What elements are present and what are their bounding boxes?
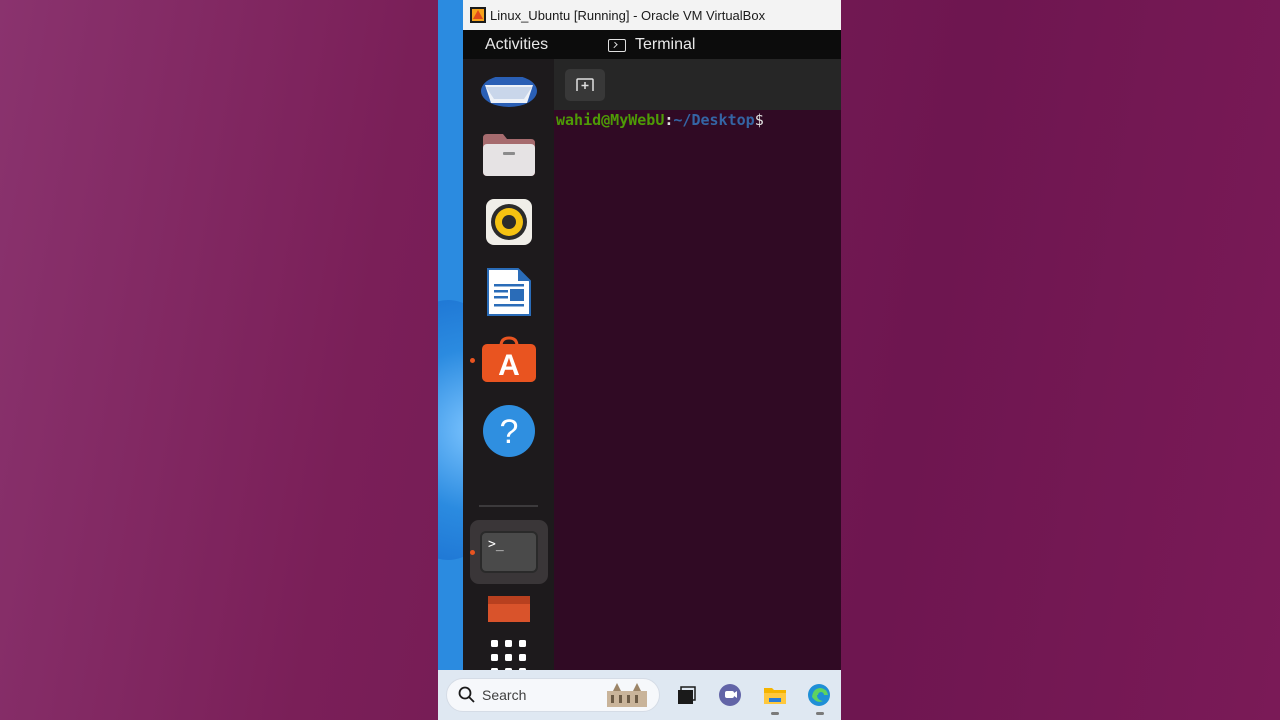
prompt-path: ~/Desktop xyxy=(673,111,755,129)
teams-chat-icon[interactable] xyxy=(718,683,742,707)
new-tab-icon xyxy=(576,78,594,91)
dock-item-app[interactable] xyxy=(480,594,538,624)
terminal-app-icon xyxy=(608,38,626,52)
search-placeholder: Search xyxy=(482,687,527,703)
window-title: Linux_Ubuntu [Running] - Oracle VM Virtu… xyxy=(490,7,766,23)
libreoffice-writer-icon xyxy=(487,268,531,316)
terminal-prompt[interactable]: wahid@MyWebU:~/Desktop$ xyxy=(556,111,764,129)
dock: A ? >_ xyxy=(463,59,554,675)
search-icon xyxy=(458,686,475,703)
new-tab-button[interactable] xyxy=(565,69,605,101)
software-glyph: A xyxy=(498,349,520,382)
dock-item-terminal[interactable]: >_ xyxy=(470,520,548,584)
running-indicator xyxy=(816,712,824,715)
ubuntu-desktop: Activities Terminal A ? >_ wahid@MyWebU:… xyxy=(463,30,841,675)
dock-separator xyxy=(479,505,538,507)
thunderbird-icon xyxy=(481,77,537,107)
app-menu-label: Terminal xyxy=(635,36,696,53)
gnome-top-bar: Activities Terminal xyxy=(463,30,841,59)
dock-item-writer[interactable] xyxy=(480,263,538,321)
virtualbox-titlebar[interactable]: Linux_Ubuntu [Running] - Oracle VM Virtu… xyxy=(463,0,841,30)
help-icon: ? xyxy=(483,405,535,457)
edge-icon[interactable] xyxy=(807,683,831,707)
running-indicator xyxy=(470,550,475,555)
virtualbox-logo-icon xyxy=(470,7,486,23)
running-indicator xyxy=(771,712,779,715)
running-indicator xyxy=(470,358,475,363)
dock-item-thunderbird[interactable] xyxy=(480,77,538,117)
windows-taskbar: Search xyxy=(438,670,841,720)
terminal-icon: >_ xyxy=(480,531,538,573)
dock-item-help[interactable]: ? xyxy=(480,402,538,460)
terminal-headerbar xyxy=(554,59,841,110)
screen-recording: Linux_Ubuntu [Running] - Oracle VM Virtu… xyxy=(438,0,841,720)
search-box[interactable]: Search xyxy=(446,678,660,712)
activities-button[interactable]: Activities xyxy=(485,36,548,54)
file-explorer-icon[interactable] xyxy=(763,683,787,707)
dock-item-rhythmbox[interactable] xyxy=(480,193,538,251)
rhythmbox-icon xyxy=(486,199,532,245)
search-highlight-icon xyxy=(607,683,647,707)
app-icon xyxy=(488,596,530,622)
app-menu[interactable]: Terminal xyxy=(608,36,695,54)
dock-item-ubuntu-software[interactable]: A xyxy=(470,331,538,389)
task-view-icon[interactable] xyxy=(674,683,698,707)
terminal-window[interactable]: wahid@MyWebU:~/Desktop$ xyxy=(554,59,841,670)
dock-item-files[interactable] xyxy=(480,126,538,184)
help-glyph: ? xyxy=(500,413,519,451)
prompt-user-host: wahid@MyWebU xyxy=(556,111,665,129)
prompt-dollar: $ xyxy=(754,111,764,129)
ubuntu-software-icon: A xyxy=(482,336,536,382)
terminal-glyph: >_ xyxy=(488,537,504,552)
files-icon xyxy=(483,134,535,176)
